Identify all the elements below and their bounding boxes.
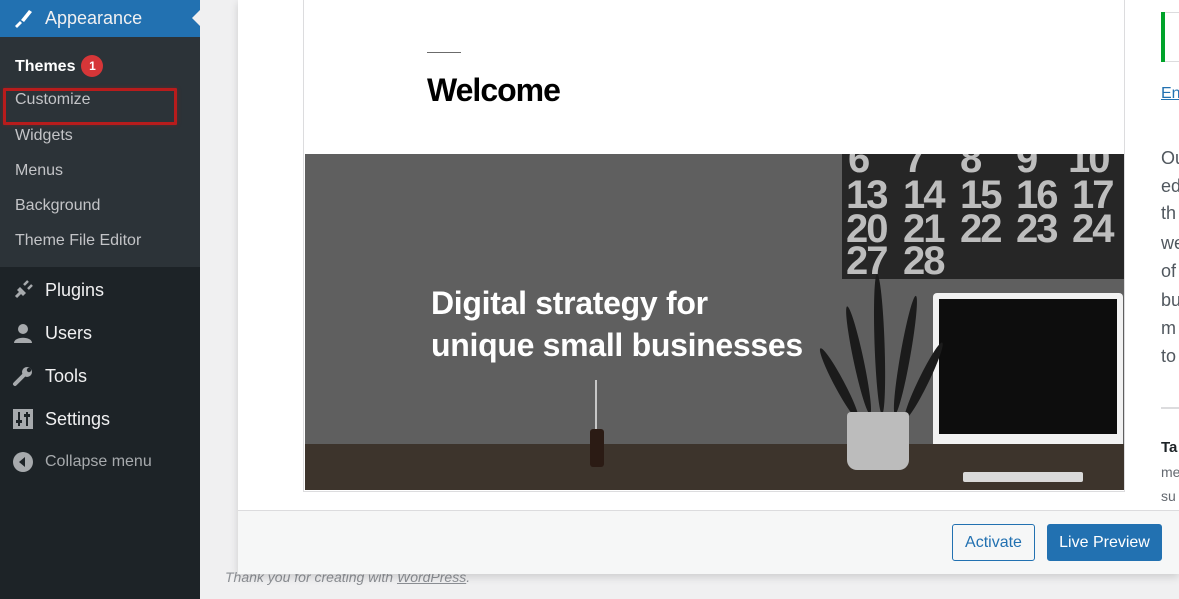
theme-author-link[interactable]: En bbox=[1161, 85, 1179, 103]
calendar-number: 24 bbox=[1072, 207, 1114, 251]
calendar-number: 27 bbox=[846, 239, 888, 279]
menu-label-appearance: Appearance bbox=[45, 8, 143, 28]
diffuser-sticks bbox=[595, 380, 597, 430]
menu-label-users: Users bbox=[45, 323, 93, 343]
calendar-number: 23 bbox=[1016, 207, 1058, 251]
theme-screenshot: Welcome 6 7 8 9 10 13 14 15 16 17 20 21 … bbox=[303, 0, 1125, 492]
theme-description-line: Ou bbox=[1161, 148, 1179, 168]
themes-update-badge: 1 bbox=[81, 55, 104, 77]
plug-icon bbox=[12, 279, 34, 301]
monitor-screen bbox=[939, 299, 1117, 434]
admin-sidebar: Appearance Themes 1 Customize Widgets Men… bbox=[0, 0, 201, 599]
submenu-item-widgets[interactable]: Widgets bbox=[15, 127, 73, 145]
welcome-separator bbox=[427, 52, 461, 53]
theme-description-line: ed bbox=[1161, 176, 1179, 196]
menu-item-users[interactable]: Users bbox=[0, 313, 200, 353]
theme-tags-heading: Ta bbox=[1161, 439, 1178, 456]
calendar-number: 28 bbox=[903, 239, 945, 279]
plant-pot bbox=[847, 412, 909, 470]
menu-item-appearance[interactable]: Appearance bbox=[0, 0, 201, 37]
calendar-image: 6 7 8 9 10 13 14 15 16 17 20 21 22 23 24… bbox=[842, 154, 1124, 279]
plant-leaf bbox=[872, 273, 887, 415]
theme-actions-bar bbox=[238, 510, 1179, 574]
theme-description-line: bu bbox=[1161, 290, 1179, 310]
theme-description-line: th bbox=[1161, 203, 1177, 223]
customize-highlight-box bbox=[3, 88, 177, 125]
menu-item-settings[interactable]: Settings bbox=[0, 399, 200, 439]
user-icon bbox=[12, 322, 34, 344]
theme-description-line: we bbox=[1161, 233, 1179, 253]
collapse-menu-button[interactable]: Collapse menu bbox=[0, 442, 200, 482]
menu-label-plugins: Plugins bbox=[45, 280, 105, 300]
monitor-image bbox=[933, 293, 1123, 461]
theme-description-line: m bbox=[1161, 318, 1176, 338]
diffuser-bottle bbox=[590, 429, 604, 467]
menu-label-settings: Settings bbox=[45, 409, 111, 429]
menu-item-plugins[interactable]: Plugins bbox=[0, 270, 200, 310]
desk-image bbox=[305, 444, 1124, 490]
submenu-item-menus[interactable]: Menus bbox=[15, 162, 63, 180]
hero-image: 6 7 8 9 10 13 14 15 16 17 20 21 22 23 24… bbox=[305, 154, 1124, 490]
keyboard-image bbox=[963, 472, 1083, 482]
theme-description-line: of bbox=[1161, 261, 1177, 281]
wrench-icon bbox=[12, 365, 34, 387]
collapse-arrow-icon bbox=[12, 451, 34, 473]
theme-description-line: to bbox=[1161, 346, 1177, 366]
theme-tags-line: me bbox=[1161, 464, 1179, 480]
submenu-item-background[interactable]: Background bbox=[15, 197, 100, 215]
paintbrush-icon bbox=[12, 7, 34, 29]
hero-headline-line: Digital strategy for bbox=[431, 285, 708, 321]
menu-label-collapse: Collapse menu bbox=[45, 453, 152, 470]
details-divider bbox=[1161, 407, 1179, 409]
settings-sliders-icon bbox=[12, 408, 34, 430]
submenu-item-theme-file-editor[interactable]: Theme File Editor bbox=[15, 232, 141, 250]
welcome-heading: Welcome bbox=[427, 72, 561, 108]
submenu-label-themes: Themes bbox=[15, 58, 76, 75]
menu-item-tools[interactable]: Tools bbox=[0, 356, 200, 396]
submenu-item-themes[interactable]: Themes 1 bbox=[15, 55, 104, 77]
hero-headline: Digital strategy for unique small busine… bbox=[431, 282, 803, 366]
hero-headline-line: unique small businesses bbox=[431, 327, 803, 363]
notice-box bbox=[1165, 12, 1179, 62]
live-preview-button[interactable]: Live Preview bbox=[1047, 524, 1162, 561]
calendar-number: 22 bbox=[960, 207, 1002, 251]
theme-tags-line: su bbox=[1161, 488, 1176, 504]
activate-button[interactable]: Activate bbox=[952, 524, 1035, 561]
current-menu-arrow bbox=[192, 9, 201, 27]
menu-label-tools: Tools bbox=[45, 366, 88, 386]
